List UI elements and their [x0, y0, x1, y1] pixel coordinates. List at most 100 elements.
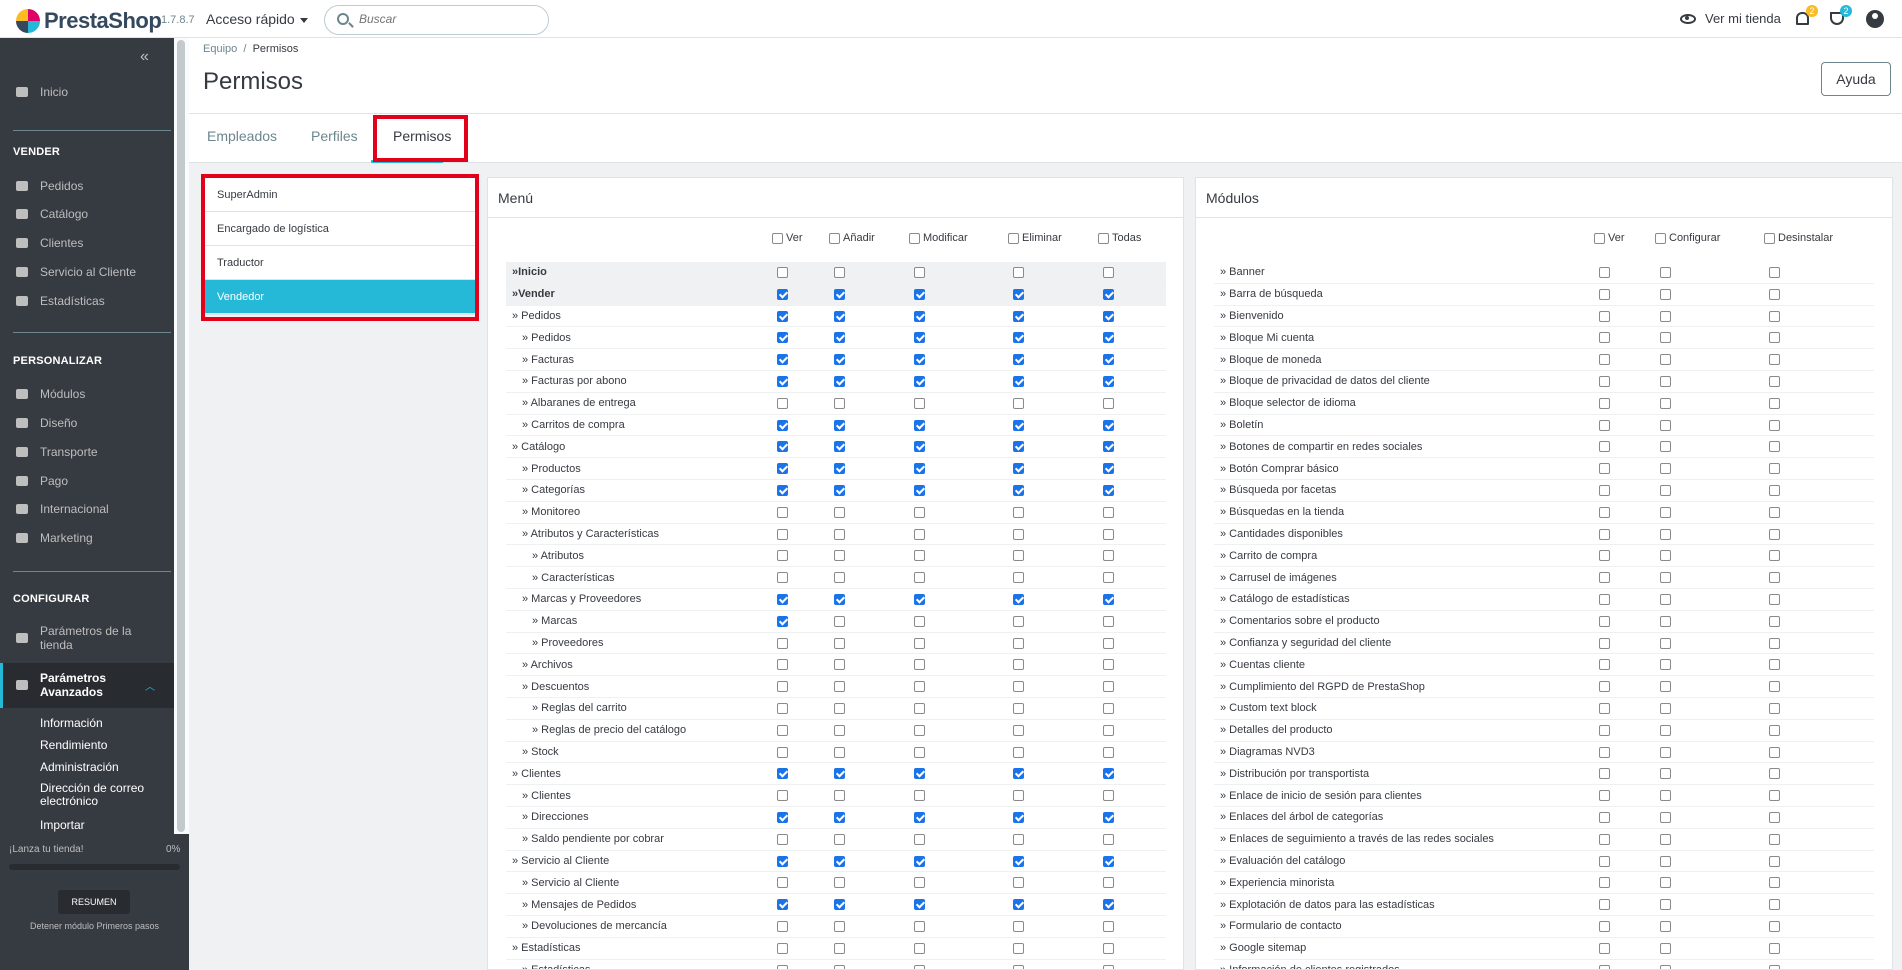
permission-checkbox[interactable] — [1660, 506, 1671, 518]
permission-checkbox[interactable] — [834, 484, 845, 496]
sidebar-item-pago[interactable]: Pago — [0, 471, 174, 491]
permission-checkbox[interactable] — [1103, 899, 1114, 911]
permission-checkbox[interactable] — [1013, 463, 1024, 475]
permission-checkbox[interactable] — [914, 790, 925, 802]
permission-checkbox[interactable] — [1599, 354, 1610, 366]
permission-checkbox[interactable] — [1013, 833, 1024, 845]
permission-checkbox[interactable] — [777, 506, 788, 518]
permission-checkbox[interactable] — [1769, 964, 1780, 969]
permission-checkbox[interactable] — [1013, 441, 1024, 453]
permission-checkbox[interactable] — [777, 375, 788, 387]
permission-checkbox[interactable] — [777, 724, 788, 736]
permission-checkbox[interactable] — [1660, 375, 1671, 387]
permission-checkbox[interactable] — [834, 572, 845, 584]
select-all-checkbox[interactable] — [1594, 232, 1605, 244]
permission-checkbox[interactable] — [1103, 833, 1114, 845]
permission-checkbox[interactable] — [1013, 354, 1024, 366]
permission-checkbox[interactable] — [1103, 463, 1114, 475]
permission-checkbox[interactable] — [1660, 550, 1671, 562]
select-all-checkbox[interactable] — [772, 232, 783, 244]
permission-checkbox[interactable] — [1769, 288, 1780, 300]
permission-checkbox[interactable] — [1769, 724, 1780, 736]
permission-checkbox[interactable] — [1013, 790, 1024, 802]
permission-checkbox[interactable] — [1013, 572, 1024, 584]
permission-checkbox[interactable] — [777, 484, 788, 496]
permission-checkbox[interactable] — [834, 855, 845, 867]
permission-checkbox[interactable] — [1769, 659, 1780, 671]
permission-checkbox[interactable] — [914, 397, 925, 409]
permission-checkbox[interactable] — [1660, 724, 1671, 736]
permission-checkbox[interactable] — [1769, 790, 1780, 802]
permission-checkbox[interactable] — [1660, 267, 1671, 278]
permission-checkbox[interactable] — [1013, 855, 1024, 867]
permission-checkbox[interactable] — [914, 572, 925, 584]
permission-checkbox[interactable] — [914, 615, 925, 627]
permission-checkbox[interactable] — [1769, 877, 1780, 889]
permission-checkbox[interactable] — [914, 746, 925, 758]
permission-checkbox[interactable] — [834, 790, 845, 802]
module-col-2[interactable]: Desinstalar — [1764, 232, 1833, 244]
permission-checkbox[interactable] — [1103, 811, 1114, 823]
permission-checkbox[interactable] — [834, 310, 845, 322]
permission-checkbox[interactable] — [1660, 572, 1671, 584]
permission-checkbox[interactable] — [914, 419, 925, 431]
permission-checkbox[interactable] — [777, 310, 788, 322]
permission-checkbox[interactable] — [914, 354, 925, 366]
permission-checkbox[interactable] — [834, 528, 845, 540]
permission-checkbox[interactable] — [914, 267, 925, 278]
permission-checkbox[interactable] — [777, 702, 788, 714]
permission-checkbox[interactable] — [1660, 681, 1671, 693]
permission-checkbox[interactable] — [1769, 419, 1780, 431]
permission-checkbox[interactable] — [834, 615, 845, 627]
permission-checkbox[interactable] — [777, 964, 788, 969]
permission-checkbox[interactable] — [1103, 441, 1114, 453]
select-all-checkbox[interactable] — [1764, 232, 1775, 244]
permission-checkbox[interactable] — [1599, 506, 1610, 518]
permission-checkbox[interactable] — [1769, 463, 1780, 475]
permission-checkbox[interactable] — [834, 637, 845, 649]
permission-checkbox[interactable] — [1769, 572, 1780, 584]
permission-checkbox[interactable] — [834, 681, 845, 693]
permission-checkbox[interactable] — [1013, 528, 1024, 540]
permission-checkbox[interactable] — [1769, 375, 1780, 387]
select-all-checkbox[interactable] — [1655, 232, 1666, 244]
permission-checkbox[interactable] — [914, 310, 925, 322]
permission-checkbox[interactable] — [1660, 702, 1671, 714]
sidebar-item-inicio[interactable]: Inicio — [0, 82, 174, 102]
permission-checkbox[interactable] — [1599, 463, 1610, 475]
permission-checkbox[interactable] — [1599, 593, 1610, 605]
permission-checkbox[interactable] — [1013, 942, 1024, 954]
permission-checkbox[interactable] — [1599, 659, 1610, 671]
permission-checkbox[interactable] — [777, 746, 788, 758]
permission-checkbox[interactable] — [777, 441, 788, 453]
permission-checkbox[interactable] — [1103, 419, 1114, 431]
permission-checkbox[interactable] — [777, 659, 788, 671]
sidebar-item-pedidos[interactable]: Pedidos — [0, 176, 174, 196]
permission-checkbox[interactable] — [834, 920, 845, 932]
permission-checkbox[interactable] — [1013, 332, 1024, 344]
permission-checkbox[interactable] — [834, 964, 845, 969]
permission-checkbox[interactable] — [914, 593, 925, 605]
permission-checkbox[interactable] — [1660, 811, 1671, 823]
permission-checkbox[interactable] — [1013, 746, 1024, 758]
permission-checkbox[interactable] — [777, 615, 788, 627]
permission-checkbox[interactable] — [1103, 746, 1114, 758]
permission-checkbox[interactable] — [1660, 659, 1671, 671]
permission-checkbox[interactable] — [1660, 332, 1671, 344]
module-col-1[interactable]: Configurar — [1655, 232, 1720, 244]
permission-checkbox[interactable] — [777, 920, 788, 932]
permission-checkbox[interactable] — [1103, 920, 1114, 932]
permission-checkbox[interactable] — [914, 964, 925, 969]
sidebar-item-servicio[interactable]: Servicio al Cliente — [0, 262, 174, 282]
permission-checkbox[interactable] — [1660, 463, 1671, 475]
permission-checkbox[interactable] — [1103, 877, 1114, 889]
permission-checkbox[interactable] — [914, 659, 925, 671]
permission-checkbox[interactable] — [834, 746, 845, 758]
permission-checkbox[interactable] — [1103, 768, 1114, 780]
permission-checkbox[interactable] — [1013, 964, 1024, 969]
permission-checkbox[interactable] — [1660, 593, 1671, 605]
permission-checkbox[interactable] — [777, 267, 788, 278]
permission-checkbox[interactable] — [1769, 506, 1780, 518]
permission-checkbox[interactable] — [1769, 811, 1780, 823]
sub-item-informacion[interactable]: Información — [40, 716, 103, 730]
